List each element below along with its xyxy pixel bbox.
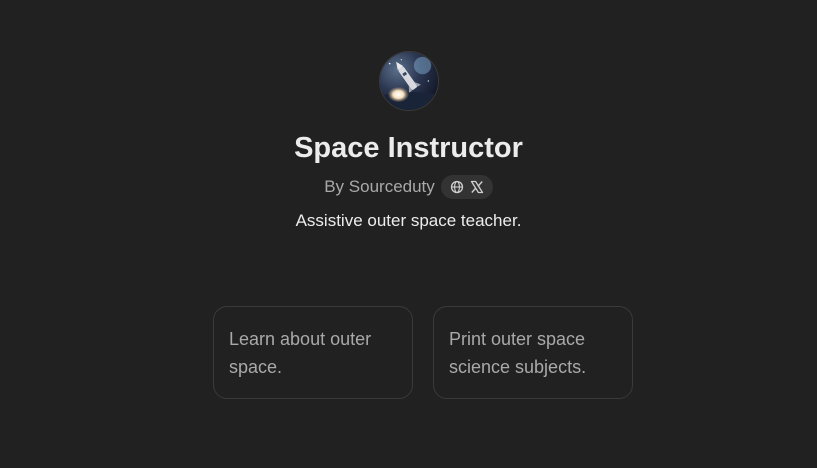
starter-label: Learn about outer space. <box>229 329 372 377</box>
starter-card-learn[interactable]: Learn about outer space. <box>213 306 413 399</box>
gpt-description: Assistive outer space teacher. <box>295 211 522 230</box>
gpt-avatar <box>378 51 439 111</box>
rocket-launch-avatar-icon <box>379 52 438 110</box>
author-name: By Sourceduty <box>324 177 435 196</box>
gpt-profile: Space Instructor By Sourceduty Assistive… <box>0 0 817 468</box>
gpt-byline: By Sourceduty <box>324 175 493 199</box>
globe-icon[interactable] <box>450 180 464 194</box>
gpt-title: Space Instructor <box>294 132 523 164</box>
social-links <box>440 175 493 199</box>
starter-card-print[interactable]: Print outer space science subjects. <box>433 306 633 399</box>
x-logo-icon[interactable] <box>470 180 484 194</box>
starter-label: Print outer space science subjects. <box>449 329 587 377</box>
conversation-starters: Learn about outer space. Print outer spa… <box>213 306 633 399</box>
